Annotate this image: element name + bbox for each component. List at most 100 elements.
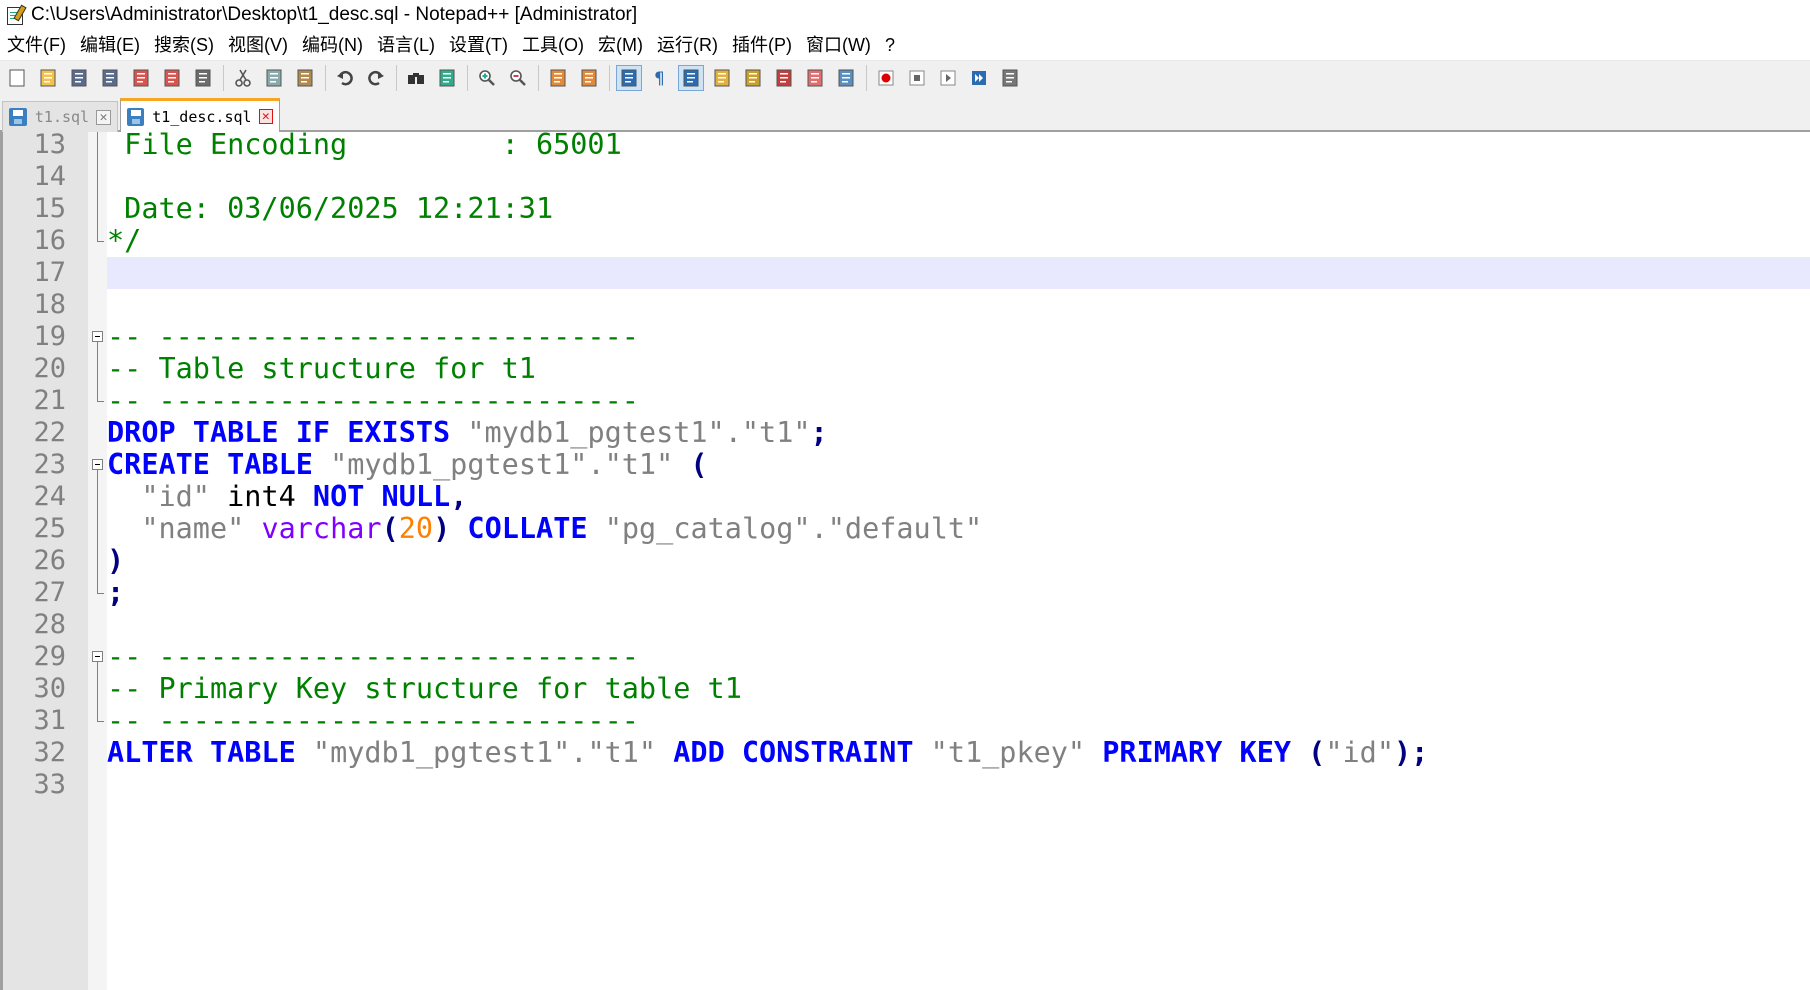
code-text: ) bbox=[107, 545, 124, 577]
code-text: */ bbox=[107, 225, 141, 257]
undo-button[interactable] bbox=[332, 65, 358, 91]
fold-marker bbox=[91, 132, 105, 257]
record-macro-button[interactable] bbox=[873, 65, 899, 91]
paste-button[interactable] bbox=[292, 65, 318, 91]
zoom-in-button[interactable] bbox=[474, 65, 500, 91]
fold-collapse-icon[interactable] bbox=[92, 331, 103, 342]
fold-marker[interactable] bbox=[91, 641, 105, 737]
cut-button[interactable] bbox=[230, 65, 256, 91]
menu-encoding[interactable]: 编码(N) bbox=[295, 30, 370, 60]
replace-icon bbox=[439, 69, 455, 87]
fold-collapse-icon[interactable] bbox=[92, 459, 103, 470]
menu-edit[interactable]: 编辑(E) bbox=[73, 30, 147, 60]
menu-file[interactable]: 文件(F) bbox=[0, 30, 73, 60]
menu-settings[interactable]: 设置(T) bbox=[442, 30, 515, 60]
sync-vertical-button[interactable] bbox=[545, 65, 571, 91]
fold-collapse-icon[interactable] bbox=[92, 651, 103, 662]
code-line[interactable] bbox=[0, 609, 1810, 641]
code-token: -- ---------------------------- bbox=[107, 384, 639, 417]
code-line[interactable] bbox=[0, 577, 1810, 609]
menu-help[interactable]: ? bbox=[878, 30, 902, 60]
show-all-chars-button[interactable]: ¶ bbox=[647, 65, 673, 91]
menu-run[interactable]: 运行(R) bbox=[650, 30, 725, 60]
menu-plugins[interactable]: 插件(P) bbox=[725, 30, 799, 60]
tab-label: t1_desc.sql bbox=[152, 107, 252, 126]
print-button[interactable] bbox=[190, 65, 216, 91]
fold-marker[interactable] bbox=[91, 449, 105, 609]
code-text: -- ---------------------------- bbox=[107, 385, 639, 417]
line-number: 17 bbox=[33, 257, 66, 288]
find-button[interactable] bbox=[403, 65, 429, 91]
tab-close-icon[interactable]: ✕ bbox=[258, 109, 273, 124]
code-line[interactable] bbox=[107, 257, 1810, 289]
code-line[interactable] bbox=[0, 769, 1810, 801]
word-wrap-button[interactable] bbox=[616, 65, 642, 91]
run-macro-multiple-button[interactable] bbox=[966, 65, 992, 91]
code-token: ) bbox=[433, 512, 451, 545]
function-list-button[interactable] bbox=[771, 65, 797, 91]
menu-tools[interactable]: 工具(O) bbox=[515, 30, 591, 60]
tab-t1-sql[interactable]: t1.sql ✕ bbox=[2, 101, 118, 132]
save-macro-icon bbox=[1002, 69, 1018, 87]
replace-button[interactable] bbox=[434, 65, 460, 91]
window-title: C:\Users\Administrator\Desktop\t1_desc.s… bbox=[31, 4, 638, 25]
zoom-out-icon bbox=[510, 70, 526, 86]
code-token: "mydb1_pgtest1"."t1" bbox=[330, 448, 674, 481]
play-macro-button[interactable] bbox=[935, 65, 961, 91]
menu-language[interactable]: 语言(L) bbox=[370, 30, 442, 60]
udl-button[interactable] bbox=[709, 65, 735, 91]
code-line[interactable] bbox=[0, 289, 1810, 321]
code-text: File Encoding : 65001 bbox=[107, 132, 622, 161]
word-wrap-icon bbox=[621, 69, 637, 87]
code-text: Date: 03/06/2025 12:21:31 bbox=[107, 193, 553, 225]
code-token: PRIMARY KEY bbox=[1102, 736, 1292, 769]
menu-view[interactable]: 视图(V) bbox=[221, 30, 295, 60]
menu-macro[interactable]: 宏(M) bbox=[591, 30, 650, 60]
toolbar-separator bbox=[866, 65, 867, 91]
code-token: ; bbox=[810, 416, 828, 449]
code-line[interactable] bbox=[0, 161, 1810, 193]
saved-file-icon bbox=[127, 107, 145, 126]
tab-t1-desc-sql[interactable]: t1_desc.sql ✕ bbox=[120, 98, 280, 132]
zoom-out-button[interactable] bbox=[505, 65, 531, 91]
code-line[interactable] bbox=[0, 545, 1810, 577]
save-all-button[interactable] bbox=[97, 65, 123, 91]
code-token: "name" bbox=[141, 512, 245, 545]
code-text: ; bbox=[107, 577, 124, 609]
show-all-chars-icon: ¶ bbox=[654, 69, 665, 88]
code-token: Date: 03/06/2025 12:21:31 bbox=[107, 192, 554, 225]
close-button[interactable] bbox=[128, 65, 154, 91]
monitor-button[interactable] bbox=[833, 65, 859, 91]
fold-marker[interactable] bbox=[91, 321, 105, 417]
code-text: DROP TABLE IF EXISTS "mydb1_pgtest1"."t1… bbox=[107, 417, 828, 449]
zoom-in-icon bbox=[479, 70, 495, 86]
save-button[interactable] bbox=[66, 65, 92, 91]
stop-record-button[interactable] bbox=[904, 65, 930, 91]
copy-button[interactable] bbox=[261, 65, 287, 91]
indent-guide-button[interactable] bbox=[678, 65, 704, 91]
new-file-button[interactable] bbox=[4, 65, 30, 91]
tab-close-icon[interactable]: ✕ bbox=[96, 109, 111, 125]
redo-button[interactable] bbox=[363, 65, 389, 91]
menu-search[interactable]: 搜索(S) bbox=[147, 30, 221, 60]
code-token: ( bbox=[381, 512, 399, 545]
udl-icon bbox=[714, 69, 730, 87]
sync-horizontal-button[interactable] bbox=[576, 65, 602, 91]
code-token: varchar bbox=[261, 512, 382, 545]
folder-workspace-button[interactable] bbox=[802, 65, 828, 91]
menu-window[interactable]: 窗口(W) bbox=[799, 30, 878, 60]
code-token: 20 bbox=[398, 512, 434, 545]
toolbar-separator bbox=[396, 65, 397, 91]
code-line[interactable] bbox=[0, 225, 1810, 257]
doc-map-button[interactable] bbox=[740, 65, 766, 91]
close-all-button[interactable] bbox=[159, 65, 185, 91]
open-file-button[interactable] bbox=[35, 65, 61, 91]
code-editor[interactable]: 13 File Encoding : 65001 14 15 Date: 03/06… bbox=[0, 132, 1810, 990]
save-macro-button[interactable] bbox=[997, 65, 1023, 91]
